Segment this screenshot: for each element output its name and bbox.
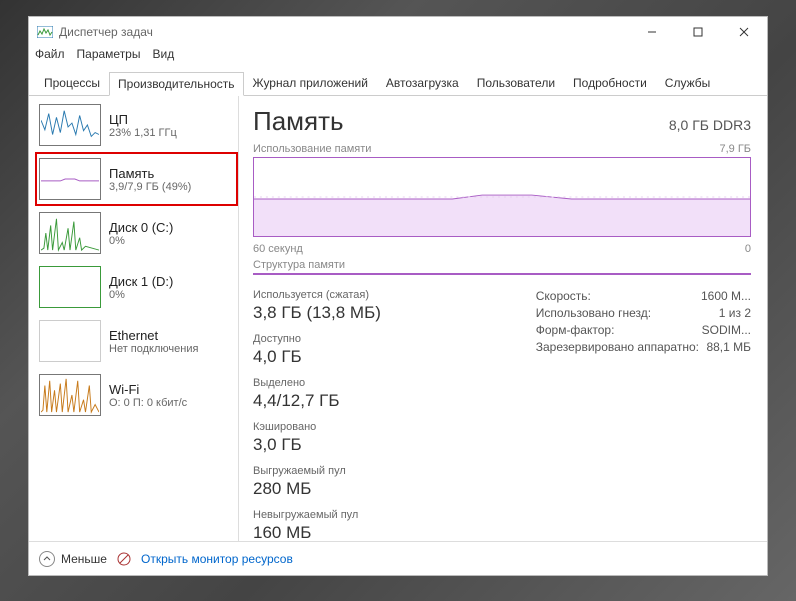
stat-committed-v: 4,4/12,7 ГБ: [253, 391, 393, 411]
tab-services[interactable]: Службы: [656, 71, 719, 95]
tab-processes[interactable]: Процессы: [35, 71, 109, 95]
sidebar-item-wifi[interactable]: Wi-FiО: 0 П: 0 кбит/с: [35, 368, 238, 422]
sidebar-ethernet-sub: Нет подключения: [109, 343, 198, 355]
footer: Меньше Открыть монитор ресурсов: [29, 541, 767, 575]
memory-composition-chart: [253, 273, 751, 275]
memory-spec: 8,0 ГБ DDR3: [669, 117, 751, 133]
sidebar-item-disk1[interactable]: Диск 1 (D:)0%: [35, 260, 238, 314]
stat-nonpaged-v: 160 МБ: [253, 523, 358, 541]
ethernet-thumb-icon: [39, 320, 101, 362]
disk1-thumb-icon: [39, 266, 101, 308]
tab-startup[interactable]: Автозагрузка: [377, 71, 468, 95]
stat-committed-k: Выделено: [253, 377, 393, 389]
x-right: 0: [745, 243, 751, 255]
cpu-thumb-icon: [39, 104, 101, 146]
sidebar-disk0-sub: 0%: [109, 235, 173, 247]
sidebar-item-cpu[interactable]: ЦП23% 1,31 ГГц: [35, 98, 238, 152]
task-manager-window: Диспетчер задач Файл Параметры Вид Проце…: [28, 16, 768, 576]
tab-performance[interactable]: Производительность: [109, 72, 243, 96]
window-title: Диспетчер задач: [59, 25, 629, 39]
stat-paged-k: Выгружаемый пул: [253, 465, 393, 477]
sidebar-cpu-sub: 23% 1,31 ГГц: [109, 127, 177, 139]
stat-used-k: Используется (сжатая): [253, 289, 393, 301]
close-button[interactable]: [721, 17, 767, 47]
kv-form-v: SODIM...: [702, 323, 751, 337]
sidebar-wifi-label: Wi-Fi: [109, 382, 187, 397]
chevron-up-icon: [39, 551, 55, 567]
stat-avail-k: Доступно: [253, 333, 353, 345]
kv-hwres-k: Зарезервировано аппаратно:: [536, 340, 699, 354]
minimize-button[interactable]: [629, 17, 675, 47]
maximize-button[interactable]: [675, 17, 721, 47]
stat-used-v: 3,8 ГБ (13,8 МБ): [253, 303, 393, 323]
open-resource-monitor-link[interactable]: Открыть монитор ресурсов: [141, 552, 293, 566]
x-left: 60 секунд: [253, 243, 303, 255]
sidebar: ЦП23% 1,31 ГГц Память3,9/7,9 ГБ (49%) Ди…: [29, 96, 239, 541]
stat-cached-k: Кэшировано: [253, 421, 353, 433]
stat-paged-v: 280 МБ: [253, 479, 393, 499]
sidebar-item-memory[interactable]: Память3,9/7,9 ГБ (49%): [35, 152, 238, 206]
menu-file[interactable]: Файл: [35, 47, 65, 67]
sidebar-disk1-label: Диск 1 (D:): [109, 274, 173, 289]
menubar: Файл Параметры Вид: [29, 47, 767, 67]
menu-view[interactable]: Вид: [152, 47, 174, 67]
app-icon: [37, 26, 53, 38]
usage-max: 7,9 ГБ: [719, 143, 751, 155]
main-panel: Память 8,0 ГБ DDR3 Использование памяти …: [239, 96, 767, 541]
stat-nonpaged-k: Невыгружаемый пул: [253, 509, 358, 521]
kv-slots-v: 1 из 2: [719, 306, 751, 320]
memory-usage-chart: [253, 157, 751, 237]
titlebar[interactable]: Диспетчер задач: [29, 17, 767, 47]
menu-options[interactable]: Параметры: [77, 47, 141, 67]
memory-thumb-icon: [39, 158, 101, 200]
stats-left: Используется (сжатая) 3,8 ГБ (13,8 МБ) До…: [253, 289, 506, 541]
sidebar-item-ethernet[interactable]: EthernetНет подключения: [35, 314, 238, 368]
disk0-thumb-icon: [39, 212, 101, 254]
wifi-thumb-icon: [39, 374, 101, 416]
kv-slots-k: Использовано гнезд:: [536, 306, 651, 320]
kv-hwres-v: 88,1 МБ: [706, 340, 751, 354]
sidebar-item-disk0[interactable]: Диск 0 (C:)0%: [35, 206, 238, 260]
stat-avail-v: 4,0 ГБ: [253, 347, 353, 367]
stats-right: Скорость: 1600 М... Использовано гнезд: 1 …: [536, 289, 751, 541]
sidebar-cpu-label: ЦП: [109, 112, 177, 127]
tab-app-history[interactable]: Журнал приложений: [244, 71, 377, 95]
kv-form-k: Форм-фактор:: [536, 323, 615, 337]
tab-users[interactable]: Пользователи: [468, 71, 564, 95]
composition-label: Структура памяти: [253, 259, 345, 271]
sidebar-memory-label: Память: [109, 166, 191, 181]
sidebar-ethernet-label: Ethernet: [109, 328, 198, 343]
sidebar-disk0-label: Диск 0 (C:): [109, 220, 173, 235]
sidebar-memory-sub: 3,9/7,9 ГБ (49%): [109, 181, 191, 193]
sidebar-wifi-sub: О: 0 П: 0 кбит/с: [109, 397, 187, 409]
usage-label: Использование памяти: [253, 143, 371, 155]
disabled-icon: [117, 552, 131, 566]
kv-speed-v: 1600 М...: [701, 289, 751, 303]
kv-speed-k: Скорость:: [536, 289, 591, 303]
collapse-button[interactable]: Меньше: [39, 551, 107, 567]
page-title: Память: [253, 106, 344, 137]
tab-details[interactable]: Подробности: [564, 71, 656, 95]
sidebar-disk1-sub: 0%: [109, 289, 173, 301]
tabstrip: Процессы Производительность Журнал прило…: [29, 67, 767, 96]
stat-cached-v: 3,0 ГБ: [253, 435, 353, 455]
